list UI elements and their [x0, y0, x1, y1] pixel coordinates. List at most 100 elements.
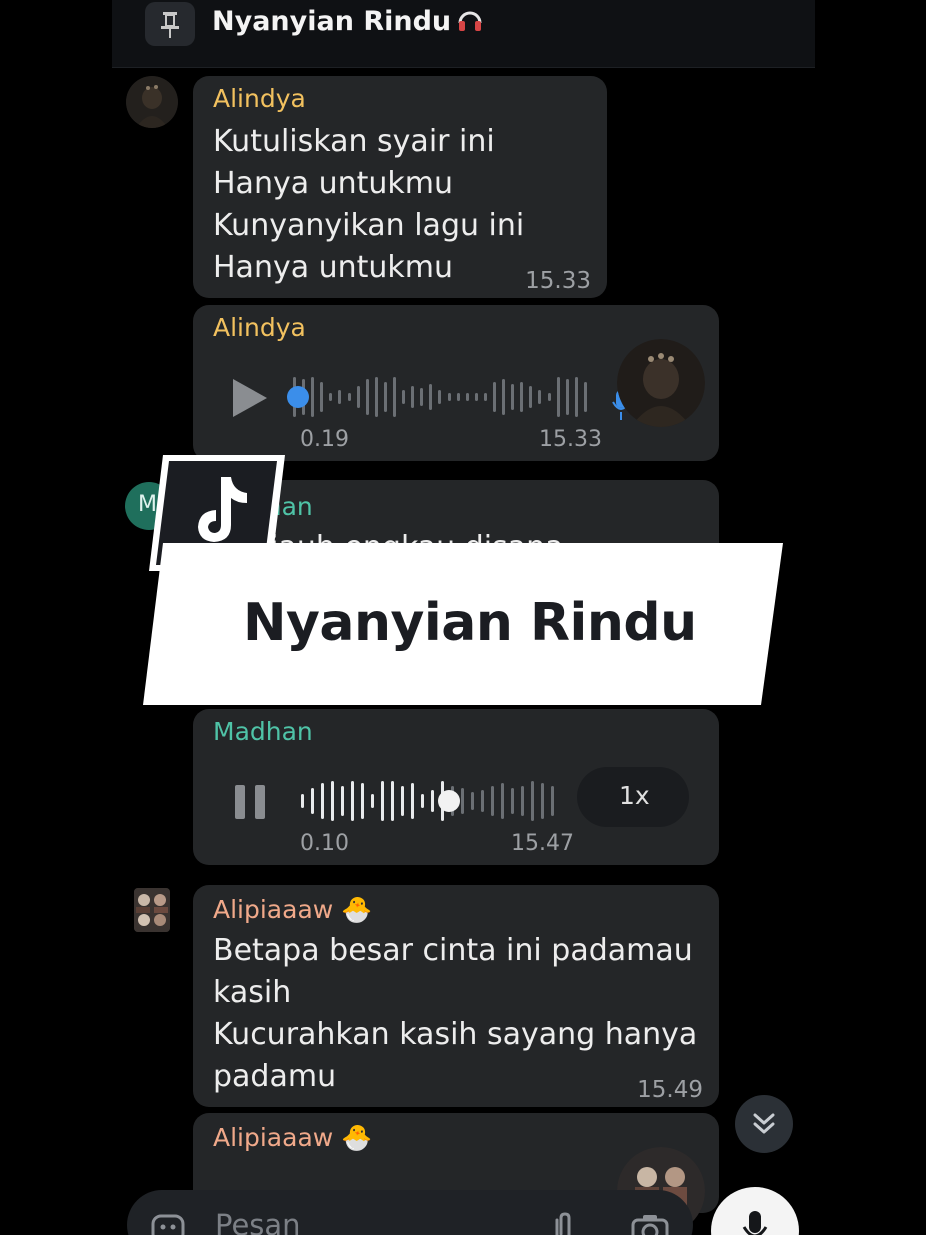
camera-icon[interactable] [631, 1212, 669, 1235]
voice-duration: 15.33 [539, 427, 602, 452]
voice-message-bubble[interactable]: Alindya 0.19 15.33 [193, 305, 719, 461]
waveform-bar [351, 781, 354, 821]
waveform-bar [511, 787, 514, 815]
emoji-icon[interactable] [151, 1212, 185, 1235]
waveform-bar [520, 381, 524, 413]
message-bubble[interactable]: Alipiaaaw 🐣 Betapa besar cinta ini padam… [193, 885, 719, 1107]
group-title-text: Nyanyian Rindu [212, 6, 452, 37]
waveform-bar [556, 377, 560, 417]
waveform-bar [541, 783, 544, 819]
waveform-bar [329, 392, 333, 402]
waveform-bar [547, 392, 551, 402]
waveform-bar [320, 381, 324, 413]
chat-header: Nyanyian Rindu [112, 0, 815, 68]
waveform-bar [501, 783, 504, 819]
waveform-bar [429, 383, 433, 411]
avatar[interactable] [134, 888, 170, 932]
waveform-bar [574, 377, 578, 417]
waveform-bar [365, 379, 369, 415]
sender-name[interactable]: Alipiaaaw 🐣 [213, 895, 372, 925]
waveform-bar [565, 379, 569, 415]
scroll-to-bottom-button[interactable] [735, 1095, 793, 1153]
message-line: Hanya untukmu [213, 166, 454, 201]
waveform-bar [447, 392, 451, 402]
waveform-bar [474, 392, 478, 402]
voice-message-bubble[interactable]: Madhan 0.10 15.47 1x [193, 709, 719, 865]
waveform-bar [371, 794, 374, 808]
waveform-bar [383, 381, 387, 413]
attach-icon[interactable] [551, 1210, 575, 1235]
waveform-bar [402, 390, 406, 404]
sender-name[interactable]: Alipiaaaw 🐣 [213, 1123, 372, 1153]
message-line: Kucurahkan kasih sayang hanya [213, 1017, 698, 1052]
headphones-icon [458, 11, 482, 31]
waveform-bar [461, 787, 464, 815]
play-icon[interactable] [231, 377, 269, 419]
message-composer[interactable]: Pesan [127, 1190, 693, 1235]
avatar[interactable] [126, 76, 178, 128]
waveform-bar [529, 386, 533, 408]
playback-speed-button[interactable]: 1x [577, 767, 689, 827]
waveform-bar [483, 392, 487, 402]
waveform-bar [431, 790, 434, 812]
waveform-bar [511, 383, 515, 411]
message-time: 15.33 [525, 268, 591, 294]
sender-name[interactable]: Alindya [213, 313, 306, 342]
waveform-bar [393, 377, 396, 417]
waveform-bar [583, 381, 587, 413]
message-line: Kutuliskan syair ini [213, 124, 495, 159]
waveform-bar [481, 790, 484, 812]
pin-button[interactable] [145, 2, 195, 46]
voice-waveform[interactable] [293, 375, 593, 419]
waveform-bar [391, 781, 394, 821]
message-input[interactable]: Pesan [215, 1208, 301, 1235]
waveform-bar [347, 392, 351, 402]
banner-title: Nyanyian Rindu [243, 593, 697, 653]
waveform-bar [381, 781, 384, 821]
pause-icon[interactable] [233, 783, 267, 821]
waveform-bar [438, 390, 442, 404]
sender-name[interactable]: Alindya [213, 84, 306, 113]
group-title[interactable]: Nyanyian Rindu [212, 6, 483, 37]
waveform-bar [361, 783, 364, 819]
message-bubble[interactable]: Alindya Kutuliskan syair ini Hanya untuk… [193, 76, 607, 298]
waveform-bar [420, 388, 424, 406]
waveform-bar [531, 781, 534, 821]
waveform-bar [341, 785, 344, 817]
double-chevron-down-icon [753, 1113, 775, 1134]
waveform-bar [411, 386, 415, 408]
waveform-bar [301, 794, 304, 808]
mic-icon [742, 1211, 768, 1235]
message-line: kasih [213, 975, 292, 1010]
pin-icon [161, 12, 179, 38]
sender-name[interactable]: Madhan [213, 717, 313, 746]
voice-waveform[interactable] [301, 779, 561, 823]
waveform-bar [331, 781, 334, 821]
waveform-bar [502, 379, 506, 415]
speed-label: 1x [619, 781, 650, 810]
waveform-bar [521, 785, 524, 817]
message-line: Hanya untukmu [213, 250, 454, 285]
waveform-bar [401, 785, 404, 817]
record-voice-button[interactable] [711, 1187, 799, 1235]
waveform-bar [538, 390, 542, 404]
waveform-bar [374, 377, 378, 417]
message-line: Betapa besar cinta ini padamau [213, 933, 693, 968]
voice-elapsed: 0.10 [300, 831, 349, 856]
message-line: padamu [213, 1059, 337, 1094]
waveform-bar [421, 794, 424, 808]
voice-sender-avatar[interactable] [617, 339, 705, 427]
waveform-bar [465, 392, 469, 402]
playhead-dot[interactable] [287, 386, 309, 408]
waveform-bar [551, 785, 554, 817]
voice-duration: 15.47 [511, 831, 574, 856]
waveform-bar [493, 381, 496, 413]
message-time: 15.49 [637, 1077, 703, 1103]
waveform-bar [411, 783, 414, 819]
waveform-bar [471, 792, 474, 810]
waveform-bar [311, 377, 315, 417]
voice-elapsed: 0.19 [300, 427, 349, 452]
waveform-bar [456, 392, 460, 402]
waveform-bar [338, 390, 342, 404]
waveform-bar [321, 783, 324, 819]
